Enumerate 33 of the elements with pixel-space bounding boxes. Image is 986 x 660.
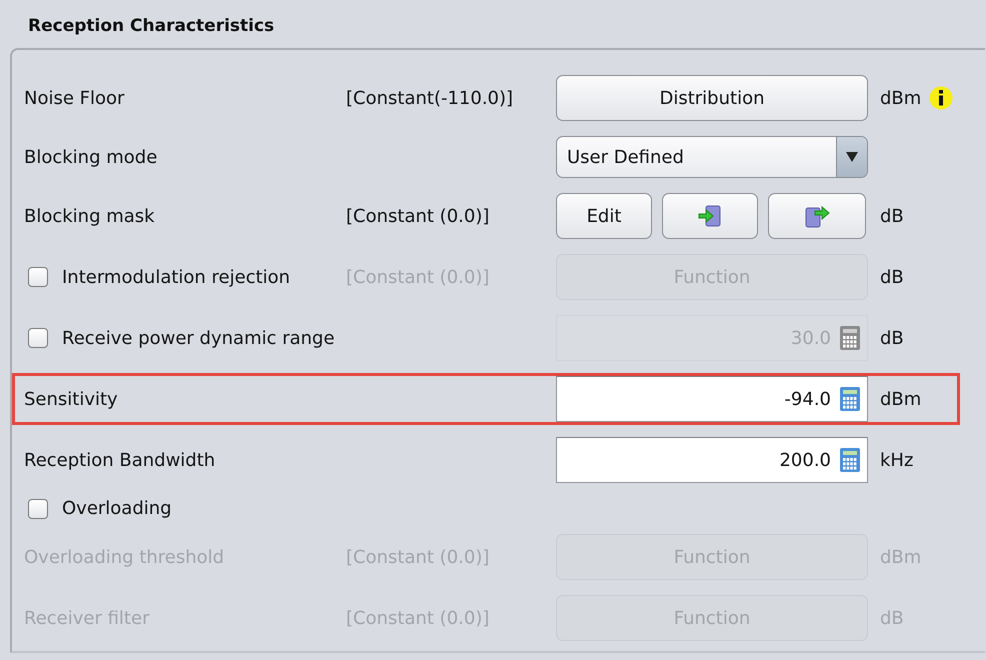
checkbox[interactable]: [28, 498, 48, 518]
checkbox[interactable]: [28, 328, 48, 348]
field-label: Sensitivity: [24, 388, 118, 410]
dropdown[interactable]: User Defined: [556, 136, 868, 178]
number-field[interactable]: 200.0: [556, 437, 868, 483]
number-field[interactable]: -94.0: [556, 376, 868, 422]
checkbox[interactable]: [28, 267, 48, 287]
export-icon: [804, 204, 830, 228]
unit-label: dBm: [880, 388, 922, 410]
import-button[interactable]: [662, 193, 758, 239]
import-icon: [697, 204, 723, 228]
calculator-icon[interactable]: [839, 386, 861, 412]
unit-label: kHz: [880, 450, 914, 470]
export-button[interactable]: [768, 193, 866, 239]
field-label: Intermodulation rejection: [62, 266, 290, 288]
field-label: Overloading: [62, 498, 172, 519]
unit-label: dB: [880, 266, 904, 288]
unit-label: dB: [880, 206, 904, 226]
panel-title: Reception Characteristics: [27, 16, 276, 38]
value-text: [Constant (0.0)]: [346, 206, 490, 226]
edit-button[interactable]: Edit: [556, 193, 652, 239]
caret-icon: [846, 152, 858, 162]
field-label: Blocking mask: [24, 206, 155, 226]
function-button[interactable]: Distribution: [556, 75, 868, 121]
unit-label: dBm: [880, 88, 922, 108]
calculator-icon[interactable]: [839, 447, 861, 473]
field-label: Blocking mode: [24, 146, 158, 168]
value-text: [Constant(-110.0)]: [346, 88, 514, 108]
field-label: Noise Floor: [24, 88, 124, 108]
unit-label: dB: [880, 328, 904, 348]
field-label: Receive power dynamic range: [62, 328, 335, 348]
field-label: Reception Bandwidth: [24, 450, 216, 470]
info-icon: [929, 86, 954, 110]
